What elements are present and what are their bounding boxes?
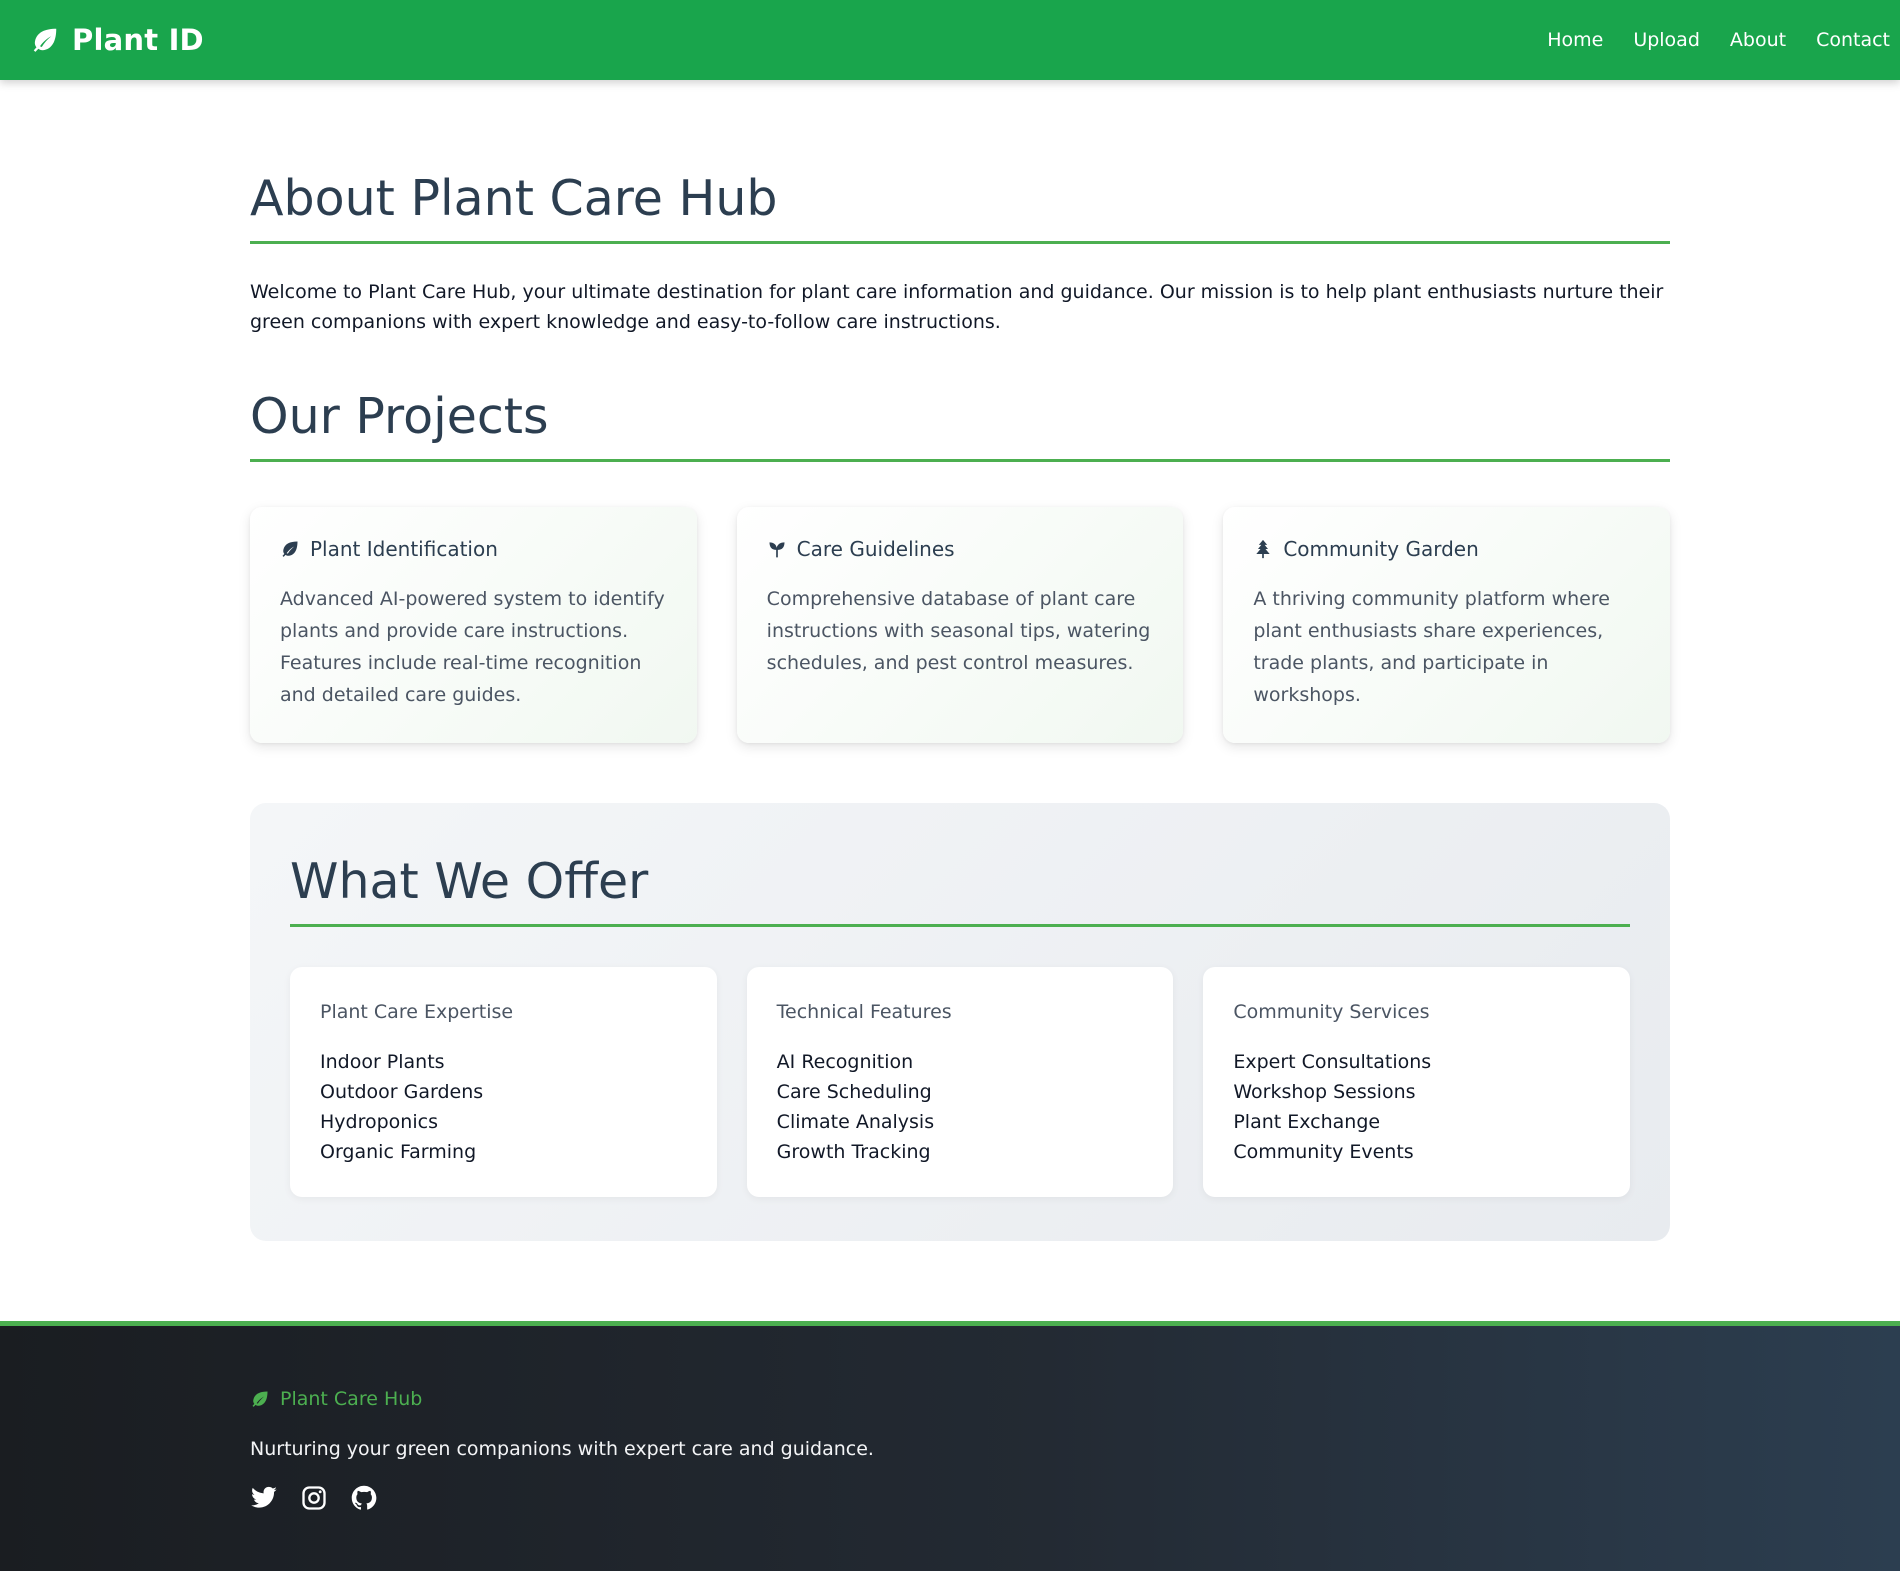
project-title-row: Plant Identification — [280, 537, 667, 561]
projects-heading: Our Projects — [250, 388, 1670, 462]
project-title: Plant Identification — [310, 537, 498, 561]
project-description: Comprehensive database of plant care ins… — [766, 588, 1151, 674]
project-title: Care Guidelines — [796, 537, 955, 561]
offer-card-title: Plant Care Expertise — [320, 1001, 514, 1023]
brand-link[interactable]: Plant ID — [30, 23, 204, 57]
leaf-icon — [250, 1389, 270, 1409]
list-item: Climate Analysis — [776, 1111, 935, 1133]
about-section: About Plant Care Hub Welcome to Plant Ca… — [250, 170, 1670, 337]
project-description: Advanced AI-powered system to identify p… — [280, 588, 665, 706]
project-card-plant-identification: Plant Identification Advanced AI-powered… — [250, 507, 697, 743]
list-item: AI Recognition — [776, 1051, 914, 1073]
project-description: A thriving community platform where plan… — [1253, 588, 1610, 706]
footer-brand-name: Plant Care Hub — [280, 1388, 423, 1410]
social-links — [250, 1484, 378, 1512]
offer-list: Expert Consultations Workshop Sessions P… — [1233, 1047, 1600, 1167]
about-intro: Welcome to Plant Care Hub, your ultimate… — [250, 281, 1664, 333]
project-title-row: Community Garden — [1253, 537, 1640, 561]
offer-card-title: Community Services — [1233, 1001, 1430, 1023]
offer-card-plant-care-expertise: Plant Care Expertise Indoor Plants Outdo… — [290, 967, 717, 1197]
leaf-icon — [280, 539, 300, 559]
seedling-icon — [767, 539, 787, 559]
nav-link-upload[interactable]: Upload — [1633, 29, 1700, 51]
list-item: Expert Consultations — [1233, 1051, 1432, 1073]
nav-link-contact[interactable]: Contact — [1816, 29, 1890, 51]
project-card-care-guidelines: Care Guidelines Comprehensive database o… — [736, 507, 1184, 743]
navbar: Plant ID Home Upload About Contact — [0, 0, 1900, 80]
offer-heading: What We Offer — [290, 853, 1630, 927]
offer-card-community-services: Community Services Expert Consultations … — [1203, 967, 1631, 1197]
list-item: Hydroponics — [320, 1111, 438, 1133]
twitter-icon[interactable] — [250, 1484, 278, 1512]
project-title-row: Care Guidelines — [767, 537, 1154, 561]
about-heading: About Plant Care Hub — [250, 170, 1670, 244]
footer-brand: Plant Care Hub — [250, 1388, 422, 1410]
list-item: Growth Tracking — [776, 1141, 931, 1163]
offer-list: AI Recognition Care Scheduling Climate A… — [777, 1047, 1144, 1167]
offer-card-title: Technical Features — [776, 1001, 952, 1023]
nav-link-about[interactable]: About — [1730, 29, 1786, 51]
list-item: Organic Farming — [320, 1141, 477, 1163]
project-card-community-garden: Community Garden A thriving community pl… — [1223, 507, 1671, 743]
leaf-icon — [30, 25, 60, 55]
footer-tagline: Nurturing your green companions with exp… — [250, 1438, 874, 1460]
list-item: Community Events — [1233, 1141, 1414, 1163]
offer-grid: Plant Care Expertise Indoor Plants Outdo… — [290, 967, 1631, 1197]
list-item: Care Scheduling — [776, 1081, 932, 1103]
list-item: Indoor Plants — [320, 1051, 445, 1073]
projects-grid: Plant Identification Advanced AI-powered… — [250, 507, 1671, 743]
github-icon[interactable] — [350, 1484, 378, 1512]
offer-section: What We Offer Plant Care Expertise Indoo… — [250, 803, 1670, 1241]
instagram-icon[interactable] — [300, 1484, 328, 1512]
nav-link-home[interactable]: Home — [1547, 29, 1603, 51]
list-item: Plant Exchange — [1233, 1111, 1381, 1133]
offer-list: Indoor Plants Outdoor Gardens Hydroponic… — [320, 1047, 687, 1167]
offer-card-technical-features: Technical Features AI Recognition Care S… — [746, 967, 1174, 1197]
tree-icon — [1253, 539, 1273, 559]
projects-section: Our Projects — [250, 388, 1670, 462]
footer: Plant Care Hub Nurturing your green comp… — [0, 1321, 1900, 1571]
list-item: Outdoor Gardens — [320, 1081, 484, 1103]
brand-name: Plant ID — [72, 23, 204, 57]
list-item: Workshop Sessions — [1233, 1081, 1416, 1103]
project-title: Community Garden — [1283, 537, 1479, 561]
nav-links: Home Upload About Contact — [1547, 29, 1890, 51]
